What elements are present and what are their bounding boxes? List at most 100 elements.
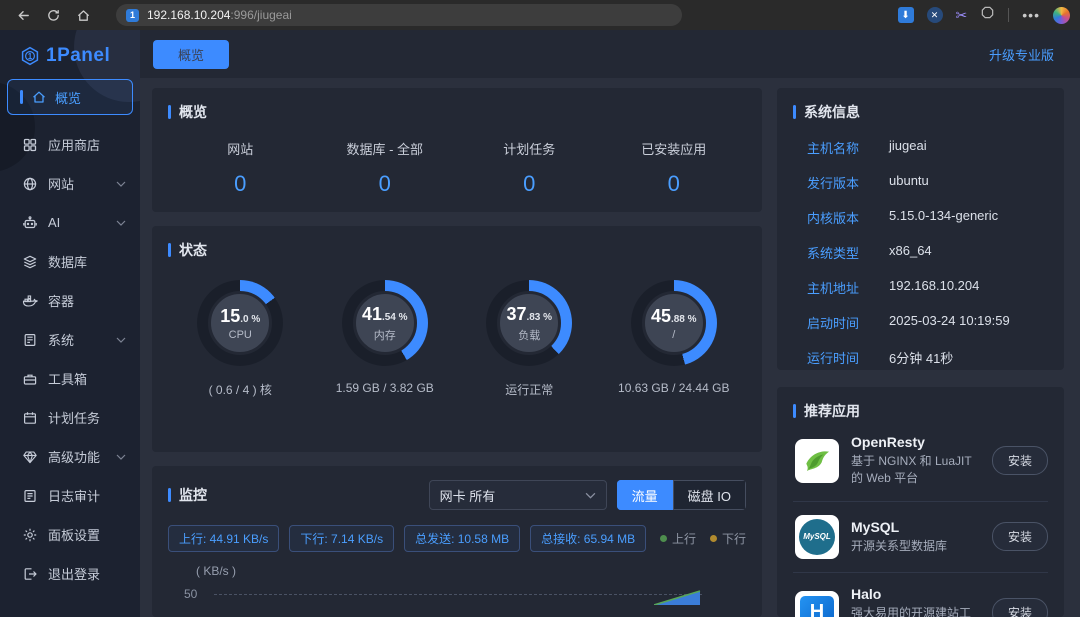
logo-text: 1Panel [46, 45, 110, 67]
sidebar-item-ai[interactable]: AI [0, 203, 140, 242]
scissors-extension-icon[interactable]: ✂ [956, 8, 968, 22]
back-icon[interactable] [10, 3, 36, 27]
monitor-mode-segment: 流量 磁盘 IO [617, 480, 746, 510]
app-row-openresty: OpenResty 基于 NGINX 和 LuaJIT 的 Web 平台 安装 [793, 421, 1048, 502]
badge-total-received: 总接收: 65.94 MB [530, 525, 646, 552]
tab-disk-io[interactable]: 磁盘 IO [673, 480, 746, 510]
monitor-card: 监控 网卡 所有 流量 磁盘 IO [152, 466, 762, 617]
y-axis-unit: ( KB/s ) [168, 564, 746, 578]
stat-installed-apps[interactable]: 已安装应用 0 [602, 139, 747, 197]
chevron-down-icon [116, 220, 126, 226]
monitor-title: 监控 [179, 485, 207, 505]
gauge-cpu: 15.0 % CPU ( 0.6 / 4 ) 核 [168, 280, 313, 398]
layers-icon [22, 254, 38, 270]
upgrade-pro-link[interactable]: 升级专业版 [989, 45, 1054, 64]
nic-select[interactable]: 网卡 所有 [429, 480, 607, 510]
logo: 1 1Panel [0, 30, 140, 76]
info-row-boot-time: 启动时间2025-03-24 10:19:59 [793, 313, 1048, 332]
overview-title: 概览 [179, 102, 207, 122]
sidebar-item-appstore[interactable]: 应用商店 [0, 125, 140, 164]
chevron-down-icon [116, 181, 126, 187]
mysql-icon: MySQL [795, 515, 839, 559]
url-text: 192.168.10.204:996/jiugeai [147, 8, 292, 22]
address-bar[interactable]: 1 192.168.10.204:996/jiugeai [116, 4, 682, 26]
reload-icon[interactable] [40, 3, 66, 27]
docker-icon [22, 293, 38, 309]
home-icon[interactable] [70, 3, 96, 27]
system-info-card: 系统信息 主机名称jiugeai 发行版本ubuntu 内核版本5.15.0-1… [777, 88, 1064, 370]
toolbox-icon [22, 371, 38, 387]
sidebar-item-cron[interactable]: 计划任务 [0, 398, 140, 437]
title-bar [168, 488, 171, 502]
main-header: 概览 升级专业版 [140, 30, 1080, 78]
calendar-icon [22, 410, 38, 426]
recommended-apps-card: 推荐应用 OpenResty 基于 NGINX 和 LuaJIT 的 Web 平… [777, 387, 1064, 617]
sidebar-item-overview[interactable]: 概览 [7, 79, 133, 115]
svg-text:1: 1 [28, 52, 33, 61]
site-favicon-icon: 1 [126, 9, 139, 22]
browser-essentials-icon[interactable] [980, 5, 995, 25]
stat-websites[interactable]: 网站 0 [168, 139, 313, 197]
sidebar-item-website[interactable]: 网站 [0, 164, 140, 203]
badge-download-rate: 下行: 7.14 KB/s [289, 525, 394, 552]
gem-icon [22, 449, 38, 465]
document-list-icon [22, 488, 38, 504]
install-mysql-button[interactable]: 安装 [992, 522, 1048, 551]
title-bar [168, 243, 171, 257]
info-row-arch: 系统类型x86_64 [793, 243, 1048, 262]
robot-icon [22, 215, 38, 231]
sidebar-item-settings[interactable]: 面板设置 [0, 515, 140, 554]
sidebar: 1 1Panel 概览 应用商店 网 [0, 30, 140, 617]
copilot-icon[interactable] [1053, 7, 1070, 24]
legend-up[interactable]: 上行 [660, 530, 696, 547]
badge-upload-rate: 上行: 44.91 KB/s [168, 525, 279, 552]
y-tick-50: 50 [184, 587, 204, 601]
badge-total-sent: 总发送: 10.58 MB [404, 525, 520, 552]
gauge-memory: 41.54 % 内存 1.59 GB / 3.82 GB [313, 280, 458, 398]
globe-icon [22, 176, 38, 192]
install-openresty-button[interactable]: 安装 [992, 446, 1048, 475]
server-icon [22, 332, 38, 348]
gridline [214, 594, 702, 595]
stat-cronjobs[interactable]: 计划任务 0 [457, 139, 602, 197]
extension-bookmark-icon[interactable]: ⬇ [898, 7, 914, 23]
sidebar-item-advanced[interactable]: 高级功能 [0, 437, 140, 476]
status-card: 状态 15.0 % CPU ( 0.6 / 4 ) 核 [152, 226, 762, 452]
sidebar-item-toolbox[interactable]: 工具箱 [0, 359, 140, 398]
sidebar-item-database[interactable]: 数据库 [0, 242, 140, 281]
home-icon [31, 89, 47, 105]
gauge-disk-root: 45.88 % / 10.63 GB / 24.44 GB [602, 280, 747, 398]
sidebar-item-system[interactable]: 系统 [0, 320, 140, 359]
extension-circle-x-icon[interactable]: ✕ [927, 7, 943, 23]
info-row-host-address: 主机地址192.168.10.204 [793, 278, 1048, 297]
app-row-halo: H Halo 强大易用的开源建站工具 安装 [793, 573, 1048, 617]
legend-down[interactable]: 下行 [710, 530, 746, 547]
halo-icon: H [795, 591, 839, 617]
system-info-title: 系统信息 [804, 102, 860, 122]
sidebar-item-container[interactable]: 容器 [0, 281, 140, 320]
title-bar [793, 105, 796, 119]
active-indicator [20, 90, 23, 104]
title-bar [168, 105, 171, 119]
tab-traffic[interactable]: 流量 [617, 480, 673, 510]
tab-overview[interactable]: 概览 [153, 40, 229, 69]
app-row-mysql: MySQL MySQL 开源关系型数据库 安装 [793, 502, 1048, 573]
traffic-chart: ( KB/s ) 50 [168, 564, 746, 603]
sidebar-item-logout[interactable]: 退出登录 [0, 554, 140, 593]
apps-icon [22, 137, 38, 153]
chevron-down-icon [116, 454, 126, 460]
browser-titlebar: 1 192.168.10.204:996/jiugeai ⬇ ✕ ✂ ••• [0, 0, 1080, 30]
legend-up-dot [660, 535, 667, 542]
sidebar-item-logs[interactable]: 日志审计 [0, 476, 140, 515]
logo-hexagon-icon: 1 [20, 46, 40, 66]
more-menu-icon[interactable]: ••• [1022, 7, 1040, 23]
chart-legend: 上行 下行 [660, 530, 746, 547]
openresty-icon [795, 439, 839, 483]
install-halo-button[interactable]: 安装 [992, 598, 1048, 617]
area-series [654, 589, 702, 605]
overview-card: 概览 网站 0 数据库 - 全部 0 计划任务 0 [152, 88, 762, 212]
info-row-kernel: 内核版本5.15.0-134-generic [793, 208, 1048, 227]
logout-icon [22, 566, 38, 582]
chevron-down-icon [116, 337, 126, 343]
stat-databases[interactable]: 数据库 - 全部 0 [313, 139, 458, 197]
